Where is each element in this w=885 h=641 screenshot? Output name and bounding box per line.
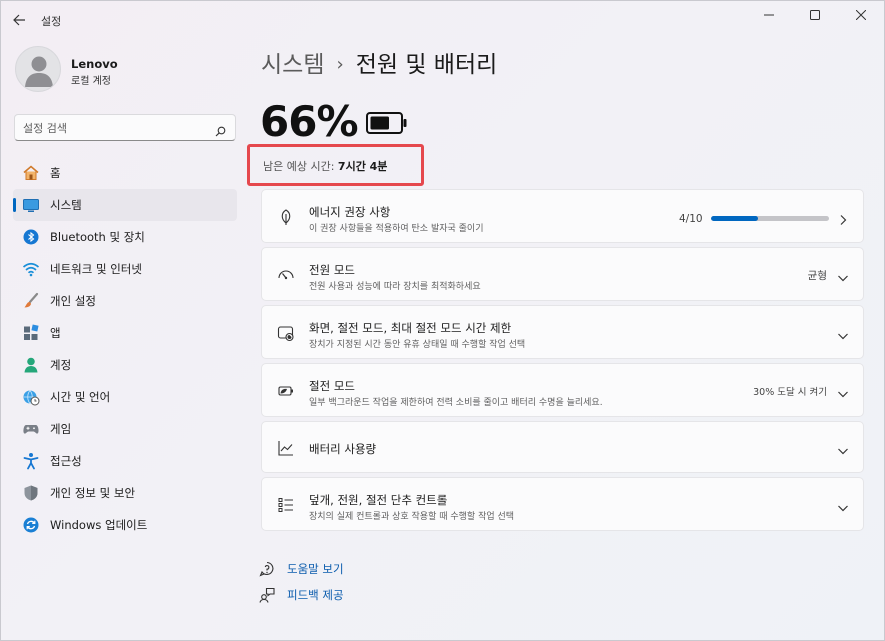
- help-links: 도움말 보기 피드백 제공: [259, 556, 344, 608]
- settings-search: [14, 114, 236, 141]
- power-mode-icon: [277, 266, 295, 284]
- sidebar-item-home[interactable]: 홈: [13, 157, 237, 189]
- sidebar-item-bluetooth[interactable]: Bluetooth 및 장치: [13, 221, 237, 253]
- card-subtitle: 장치의 실제 컨트롤과 상호 작용할 때 수행할 작업 선택: [309, 512, 515, 522]
- profile-account-type: 로컬 계정: [71, 76, 111, 87]
- leaf-icon: [277, 208, 295, 226]
- close-button[interactable]: [838, 1, 884, 29]
- breadcrumb: 시스템 › 전원 및 배터리: [261, 45, 497, 79]
- page-title: 전원 및 배터리: [355, 52, 498, 78]
- sidebar-item-apps[interactable]: 앱: [13, 317, 237, 349]
- accessibility-icon: [22, 452, 40, 470]
- wifi-icon: [22, 260, 40, 278]
- battery-icon: [366, 112, 407, 134]
- back-button[interactable]: [9, 10, 31, 30]
- estimated-time-remaining: 남은 예상 시간: 7시간 4분: [263, 158, 387, 174]
- sidebar-item-windows-update[interactable]: Windows 업데이트: [13, 509, 237, 541]
- maximize-button[interactable]: [792, 1, 838, 29]
- update-icon: [22, 516, 40, 534]
- card-subtitle: 전원 사용과 성능에 따라 장치를 최적화하세요: [309, 282, 481, 292]
- card-lid-power-sleep-controls[interactable]: 덮개, 전원, 절전 단추 컨트롤 장치의 실제 컨트롤과 상호 작용할 때 수…: [261, 477, 864, 531]
- apps-icon: [22, 324, 40, 342]
- account-icon: [22, 356, 40, 374]
- card-title: 전원 모드: [309, 263, 355, 277]
- chevron-down-icon: [837, 385, 849, 398]
- card-title: 에너지 권장 사항: [309, 205, 391, 219]
- sidebar-item-accounts[interactable]: 계정: [13, 349, 237, 381]
- estimated-time-value: 7시간 4분: [337, 160, 388, 173]
- sidebar-item-system[interactable]: 시스템: [13, 189, 237, 221]
- home-icon: [22, 164, 40, 182]
- chevron-down-icon: [837, 327, 849, 340]
- minimize-icon: [764, 14, 774, 16]
- card-subtitle: 일부 백그라운드 작업을 제한하여 전력 소비를 줄이고 배터리 수명을 늘리세…: [309, 398, 603, 408]
- shield-icon: [22, 484, 40, 502]
- help-icon: [259, 561, 275, 577]
- arrow-left-icon: [13, 14, 25, 26]
- recommendations-progress-label: 4/10: [679, 213, 703, 225]
- search-icon[interactable]: [215, 122, 226, 141]
- title-bar: 설정: [1, 1, 884, 39]
- person-icon: [25, 56, 53, 87]
- settings-window: 설정 Lenovo 로컬 계정 설정 검색 홈 시스템 Bluetooth 및 …: [0, 0, 885, 641]
- search-input[interactable]: [23, 119, 213, 137]
- feedback-icon: [259, 587, 275, 603]
- chart-icon: [277, 439, 295, 457]
- estimated-time-label: 남은 예상 시간:: [263, 160, 335, 173]
- card-title: 화면, 절전 모드, 최대 절전 모드 시간 제한: [309, 321, 512, 335]
- gamepad-icon: [22, 420, 40, 438]
- avatar: [15, 46, 61, 92]
- paintbrush-icon: [22, 292, 40, 310]
- globe-clock-icon: [22, 388, 40, 406]
- card-battery-saver[interactable]: 절전 모드 일부 백그라운드 작업을 제한하여 전력 소비를 줄이고 배터리 수…: [261, 363, 864, 417]
- sidebar-item-time-language[interactable]: 시간 및 언어: [13, 381, 237, 413]
- card-title: 덮개, 전원, 절전 단추 컨트롤: [309, 493, 448, 507]
- close-icon: [856, 10, 866, 20]
- card-title: 절전 모드: [309, 379, 355, 393]
- battery-saver-value: 30% 도달 시 켜기: [753, 387, 827, 398]
- chevron-down-icon: [837, 269, 849, 282]
- card-subtitle: 이 권장 사항들을 적용하여 탄소 발자국 줄이기: [309, 224, 484, 234]
- power-mode-value[interactable]: 균형: [808, 268, 827, 283]
- card-energy-recommendations[interactable]: 에너지 권장 사항 이 권장 사항들을 적용하여 탄소 발자국 줄이기 4/10: [261, 189, 864, 243]
- chevron-down-icon: [837, 499, 849, 512]
- battery-saver-icon: [277, 382, 295, 400]
- battery-percentage: 66%: [260, 97, 359, 146]
- breadcrumb-separator: ›: [336, 54, 344, 75]
- app-title: 설정: [41, 15, 62, 28]
- card-battery-usage[interactable]: 배터리 사용량: [261, 421, 864, 473]
- controls-list-icon: [277, 496, 295, 514]
- screen-sleep-icon: [277, 324, 295, 342]
- card-title: 배터리 사용량: [309, 442, 377, 456]
- card-subtitle: 장치가 지정된 시간 동안 유휴 상태일 때 수행할 작업 선택: [309, 340, 526, 350]
- recommendations-progress-bar: [711, 216, 829, 221]
- maximize-icon: [810, 10, 820, 20]
- sidebar-item-network[interactable]: 네트워크 및 인터넷: [13, 253, 237, 285]
- window-controls: [746, 1, 884, 31]
- sidebar-item-personalization[interactable]: 개인 설정: [13, 285, 237, 317]
- card-screen-sleep-timeouts[interactable]: 화면, 절전 모드, 최대 절전 모드 시간 제한 장치가 지정된 시간 동안 …: [261, 305, 864, 359]
- give-feedback-link[interactable]: 피드백 제공: [259, 582, 344, 608]
- sidebar-item-privacy[interactable]: 개인 정보 및 보안: [13, 477, 237, 509]
- chevron-right-icon: [837, 211, 849, 225]
- sidebar-item-accessibility[interactable]: 접근성: [13, 445, 237, 477]
- recommendations-progress-fill: [711, 216, 759, 221]
- system-icon: [22, 196, 40, 214]
- sidebar-item-gaming[interactable]: 게임: [13, 413, 237, 445]
- card-power-mode[interactable]: 전원 모드 전원 사용과 성능에 따라 장치를 최적화하세요 균형: [261, 247, 864, 301]
- sidebar-nav: 홈 시스템 Bluetooth 및 장치 네트워크 및 인터넷 개인 설정 앱 …: [13, 157, 237, 541]
- minimize-button[interactable]: [746, 1, 792, 29]
- profile-name: Lenovo: [71, 57, 118, 71]
- user-profile[interactable]: Lenovo 로컬 계정: [15, 46, 245, 96]
- breadcrumb-parent-system[interactable]: 시스템: [261, 52, 324, 78]
- get-help-link[interactable]: 도움말 보기: [259, 556, 344, 582]
- chevron-down-icon: [837, 442, 849, 455]
- bluetooth-icon: [22, 228, 40, 246]
